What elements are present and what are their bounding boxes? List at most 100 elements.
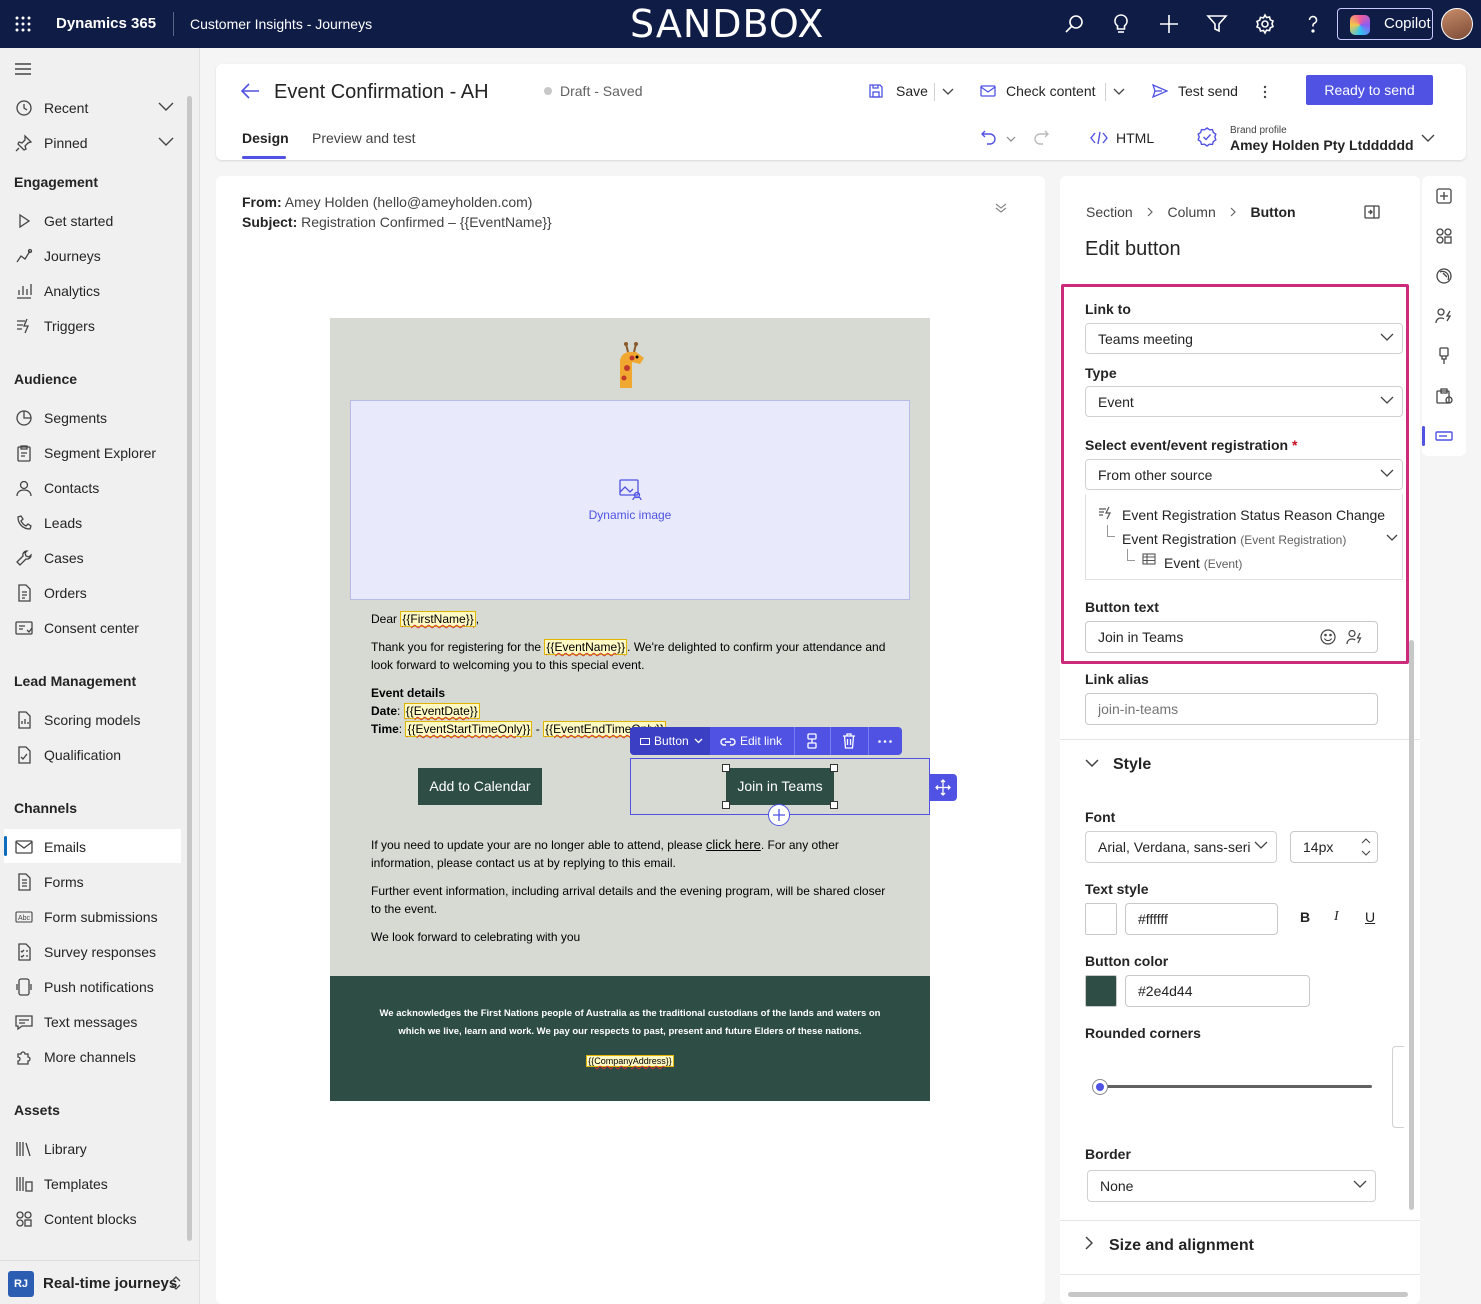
nav-segments[interactable]: Segments xyxy=(14,403,107,433)
nav-qualification[interactable]: Qualification xyxy=(14,740,121,770)
nav-text-messages[interactable]: Text messages xyxy=(14,1007,137,1037)
test-send-button[interactable]: Test send xyxy=(1152,83,1238,99)
company-address-token[interactable]: {{CompanyAddress}} xyxy=(586,1055,674,1067)
collapse-panel-icon[interactable] xyxy=(1364,205,1380,219)
undo-icon[interactable] xyxy=(980,128,998,146)
spin-down-icon[interactable] xyxy=(1361,850,1371,856)
font-size-spinner[interactable]: 14px xyxy=(1290,831,1378,863)
panel-vertical-scrollbar[interactable] xyxy=(1409,640,1414,1210)
button-color-input[interactable]: #2e4d44 xyxy=(1125,975,1310,1007)
plus-icon[interactable] xyxy=(1157,12,1181,36)
slider-thumb[interactable] xyxy=(1092,1079,1108,1095)
nav-triggers[interactable]: Triggers xyxy=(14,311,95,341)
event-start-token[interactable]: {{EventStartTimeOnly}} xyxy=(405,721,533,737)
nav-templates[interactable]: Templates xyxy=(14,1169,108,1199)
dynamic-image-placeholder[interactable]: Dynamic image xyxy=(350,400,910,600)
more-options-icon[interactable] xyxy=(1263,84,1267,100)
add-element-icon[interactable] xyxy=(1434,186,1454,206)
breadcrumb-section[interactable]: Section xyxy=(1086,204,1133,220)
nav-segment-explorer[interactable]: Segment Explorer xyxy=(14,438,156,468)
join-teams-button[interactable]: Join in Teams xyxy=(726,768,834,805)
size-alignment-section-toggle[interactable]: Size and alignment xyxy=(1085,1236,1254,1255)
ready-to-send-button[interactable]: Ready to send xyxy=(1306,75,1433,105)
personalization-icon[interactable] xyxy=(1434,306,1454,326)
nav-analytics[interactable]: Analytics xyxy=(14,276,100,306)
more-actions-icon[interactable] xyxy=(878,740,892,743)
content-blocks-icon[interactable] xyxy=(1434,226,1454,246)
delete-trash-icon[interactable] xyxy=(842,733,856,749)
save-options-chevron-icon[interactable] xyxy=(942,88,954,96)
event-name-token[interactable]: {{EventName}} xyxy=(544,639,628,655)
tab-preview-and-test[interactable]: Preview and test xyxy=(312,130,416,146)
expand-header-icon[interactable] xyxy=(995,202,1007,214)
event-date-token[interactable]: {{EventDate}} xyxy=(403,703,480,719)
theme-icon[interactable] xyxy=(1434,266,1454,286)
move-handle-icon[interactable] xyxy=(929,774,957,801)
text-color-swatch[interactable] xyxy=(1085,903,1117,935)
nav-push-notifications[interactable]: Push notifications xyxy=(14,972,154,1002)
brand-profile-chevron-icon[interactable] xyxy=(1421,134,1435,142)
chevron-down-icon[interactable] xyxy=(158,102,174,112)
user-avatar[interactable] xyxy=(1441,8,1473,40)
breadcrumb-column[interactable]: Column xyxy=(1167,204,1215,220)
spin-up-icon[interactable] xyxy=(1361,838,1371,844)
nav-scoring-models[interactable]: Scoring models xyxy=(14,705,141,735)
add-element-plus-icon[interactable] xyxy=(768,804,790,826)
save-button[interactable]: Save xyxy=(868,83,928,99)
nav-pinned[interactable]: Pinned xyxy=(14,128,174,158)
sidebar-scrollbar[interactable] xyxy=(187,96,192,1241)
nav-survey-responses[interactable]: Survey responses xyxy=(14,937,156,967)
click-here-link[interactable]: click here xyxy=(706,837,761,852)
check-content-chevron-icon[interactable] xyxy=(1113,88,1125,96)
settings-gear-icon[interactable] xyxy=(1253,12,1277,36)
nav-leads[interactable]: Leads xyxy=(14,508,82,538)
brand-profile-value[interactable]: Amey Holden Pty Ltdddddd xyxy=(1230,137,1414,153)
underline-icon[interactable]: U xyxy=(1365,909,1375,925)
panel-horizontal-scrollbar[interactable] xyxy=(1068,1292,1408,1297)
nav-get-started[interactable]: Get started xyxy=(14,206,113,236)
filter-icon[interactable] xyxy=(1205,12,1229,36)
nav-journeys[interactable]: Journeys xyxy=(14,241,101,271)
back-arrow-icon[interactable] xyxy=(240,82,260,100)
border-dropdown[interactable]: None xyxy=(1087,1170,1376,1202)
font-dropdown[interactable]: Arial, Verdana, sans-seri xyxy=(1085,831,1277,863)
style-section-toggle[interactable]: Style xyxy=(1085,756,1151,774)
duplicate-icon[interactable] xyxy=(806,733,818,749)
area-name[interactable]: Customer Insights - Journeys xyxy=(190,16,372,32)
rounded-corners-slider[interactable] xyxy=(1092,1079,1372,1095)
search-icon[interactable] xyxy=(1062,12,1086,36)
nav-forms[interactable]: Forms xyxy=(14,867,84,897)
nav-contacts[interactable]: Contacts xyxy=(14,473,99,503)
first-name-token[interactable]: {{FirstName}} xyxy=(400,611,476,627)
nav-orders[interactable]: Orders xyxy=(14,578,87,608)
copilot-button[interactable]: Copilot xyxy=(1337,8,1433,40)
nav-more-channels[interactable]: More channels xyxy=(14,1042,136,1072)
giraffe-logo[interactable] xyxy=(610,338,650,390)
email-footer[interactable]: We acknowledges the First Nations people… xyxy=(330,976,930,1101)
nav-library[interactable]: Library xyxy=(14,1134,87,1164)
styles-brush-icon[interactable] xyxy=(1434,346,1454,366)
resize-handle[interactable] xyxy=(830,764,838,772)
undo-options-chevron-icon[interactable] xyxy=(1006,136,1016,142)
nav-consent-center[interactable]: Consent center xyxy=(14,613,139,643)
nav-recent[interactable]: Recent xyxy=(14,93,174,123)
hamburger-menu-icon[interactable] xyxy=(14,62,32,76)
html-button[interactable]: HTML xyxy=(1090,130,1154,146)
resize-handle[interactable] xyxy=(722,764,730,772)
redo-icon[interactable] xyxy=(1032,128,1050,146)
resize-handle[interactable] xyxy=(830,801,838,809)
check-content-button[interactable]: Check content xyxy=(980,83,1096,99)
lightbulb-icon[interactable] xyxy=(1109,12,1133,36)
bold-icon[interactable]: B xyxy=(1300,909,1310,925)
app-name[interactable]: Dynamics 365 xyxy=(56,15,156,32)
area-switcher[interactable]: RJ Real-time journeys xyxy=(0,1260,199,1304)
nav-form-submissions[interactable]: Abc Form submissions xyxy=(14,902,158,932)
nav-emails[interactable]: Emails xyxy=(14,832,86,862)
text-color-input[interactable]: #ffffff xyxy=(1125,903,1278,935)
chevron-down-icon[interactable] xyxy=(158,137,174,147)
nav-cases[interactable]: Cases xyxy=(14,543,84,573)
italic-icon[interactable]: I xyxy=(1334,909,1339,925)
app-launcher-icon[interactable] xyxy=(14,15,32,33)
button-color-swatch[interactable] xyxy=(1085,975,1117,1007)
add-to-calendar-button[interactable]: Add to Calendar xyxy=(418,768,542,805)
